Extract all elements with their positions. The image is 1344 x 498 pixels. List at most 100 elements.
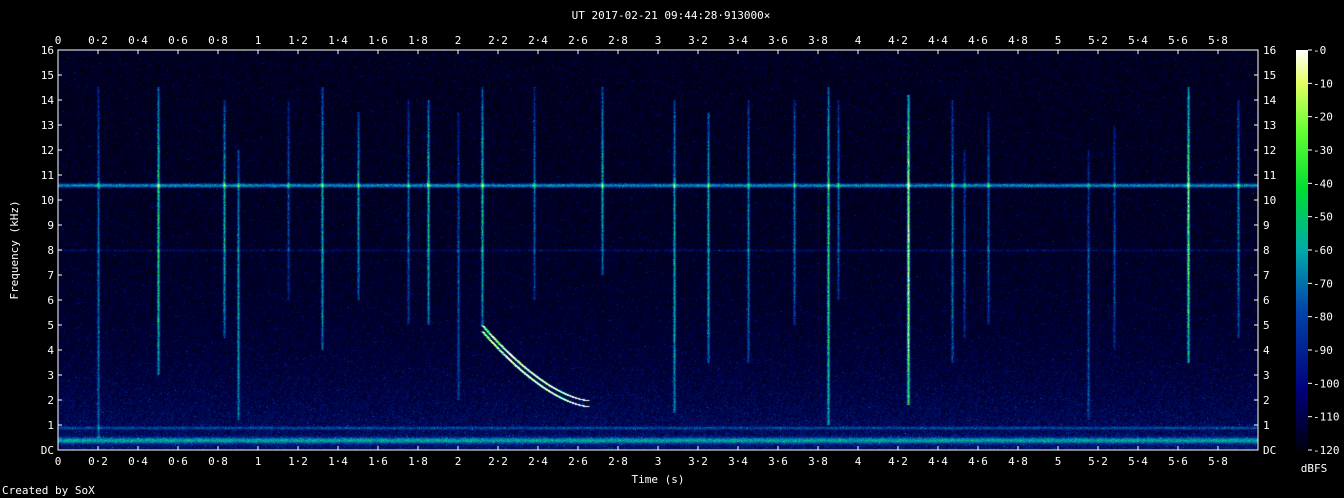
y-tick-label-left: 9 xyxy=(47,219,54,232)
x-tick-label-top: 0·6 xyxy=(168,34,188,47)
y-tick-label-left: 3 xyxy=(47,369,54,382)
y-tick-label-left: 11 xyxy=(41,169,54,182)
x-tick-label-bottom: 0 xyxy=(55,455,62,468)
x-tick-label-top: 4·8 xyxy=(1008,34,1028,47)
y-tick-label-right: 2 xyxy=(1263,394,1270,407)
y-tick-label-right: 11 xyxy=(1263,169,1276,182)
x-tick-label-bottom: 3·6 xyxy=(768,455,788,468)
y-tick-label-right: 12 xyxy=(1263,144,1276,157)
y-tick-label-left: 16 xyxy=(41,44,54,57)
x-tick-label-bottom: 5·8 xyxy=(1208,455,1228,468)
y-tick-label-left: DC xyxy=(41,444,54,457)
y-tick-label-left: 6 xyxy=(47,294,54,307)
x-tick-label-top: 5·2 xyxy=(1088,34,1108,47)
colorbar-tick-label: -60 xyxy=(1313,244,1333,257)
x-tick-label-bottom: 0·6 xyxy=(168,455,188,468)
x-tick-label-top: 1·6 xyxy=(368,34,388,47)
y-tick-label-right: 16 xyxy=(1263,44,1276,57)
x-tick-label-bottom: 0·8 xyxy=(208,455,228,468)
x-tick-label-bottom: 3·8 xyxy=(808,455,828,468)
x-tick-label-top: 4 xyxy=(855,34,862,47)
x-tick-label-bottom: 4·8 xyxy=(1008,455,1028,468)
y-tick-label-right: 7 xyxy=(1263,269,1270,282)
x-tick-label-top: 0·2 xyxy=(88,34,108,47)
y-tick-label-left: 15 xyxy=(41,69,54,82)
x-tick-label-top: 2·4 xyxy=(528,34,548,47)
x-tick-label-bottom: 0·2 xyxy=(88,455,108,468)
x-tick-label-bottom: 2 xyxy=(455,455,462,468)
x-tick-label-bottom: 5·4 xyxy=(1128,455,1148,468)
x-tick-label-bottom: 2·2 xyxy=(488,455,508,468)
y-tick-label-right: 10 xyxy=(1263,194,1276,207)
x-tick-label-bottom: 1·2 xyxy=(288,455,308,468)
spectrogram-chart: UT 2017-02-21 09:44:28·913000× 0 0·2 0·4 0·… xyxy=(0,0,1344,498)
y-tick-label-right: 1 xyxy=(1263,419,1270,432)
y-tick-label-left: 5 xyxy=(47,319,54,332)
x-tick-label-bottom: 4 xyxy=(855,455,862,468)
x-tick-label-top: 1 xyxy=(255,34,262,47)
colorbar-tick-label: -110 xyxy=(1313,411,1340,424)
x-tick-label-bottom: 5·6 xyxy=(1168,455,1188,468)
colorbar-tick-label: -120 xyxy=(1313,444,1340,457)
y-axis-label: Frequency (kHz) xyxy=(8,200,21,299)
y-tick-label-right: DC xyxy=(1263,444,1276,457)
x-tick-label-bottom: 4·4 xyxy=(928,455,948,468)
y-tick-label-left: 8 xyxy=(47,244,54,257)
x-tick-label-top: 5·8 xyxy=(1208,34,1228,47)
y-tick-label-left: 4 xyxy=(47,344,54,357)
x-tick-label-top: 1·8 xyxy=(408,34,428,47)
y-ticks-right: DC12345678910111213141516 xyxy=(1254,44,1277,457)
x-tick-label-top: 4·2 xyxy=(888,34,908,47)
x-ticks-top: 0 0·2 0·4 0·6 0·8 1 1·2 1·4 1·6 1·8 2 2·2 2·4 2·6 2·8 3… xyxy=(55,34,1228,54)
y-tick-label-right: 8 xyxy=(1263,244,1270,257)
y-tick-label-left: 12 xyxy=(41,144,54,157)
y-tick-label-right: 5 xyxy=(1263,319,1270,332)
colorbar-ticks: -0 -10 -20 -30 -40 -50 -60 -70 -80 -90 -100 -110 -12… xyxy=(1308,44,1340,457)
x-tick-label-top: 1·4 xyxy=(328,34,348,47)
x-tick-label-bottom: 5 xyxy=(1055,455,1062,468)
x-tick-label-bottom: 2·6 xyxy=(568,455,588,468)
chart-overlay: UT 2017-02-21 09:44:28·913000× 0 0·2 0·4 0·… xyxy=(8,9,1340,486)
y-tick-label-right: 3 xyxy=(1263,369,1270,382)
x-tick-label-bottom: 3·2 xyxy=(688,455,708,468)
colorbar-tick-label: -90 xyxy=(1313,344,1333,357)
colorbar-tick-label: -50 xyxy=(1313,211,1333,224)
y-tick-label-left: 14 xyxy=(41,94,55,107)
x-ticks-bottom: 0 0·2 0·4 0·6 0·8 1 1·2 1·4 1·6 1·8 2 2·2 2·4 2·6 2·8 3… xyxy=(55,446,1228,468)
x-tick-label-top: 5·4 xyxy=(1128,34,1148,47)
x-tick-label-bottom: 0·4 xyxy=(128,455,148,468)
colorbar-tick-label: -0 xyxy=(1313,44,1326,57)
x-tick-label-top: 3 xyxy=(655,34,662,47)
y-tick-label-left: 10 xyxy=(41,194,54,207)
y-tick-label-left: 7 xyxy=(47,269,54,282)
colorbar-tick-label: -20 xyxy=(1313,111,1333,124)
colorbar-tick-label: -70 xyxy=(1313,277,1333,290)
colorbar-label: dBFS xyxy=(1301,462,1328,475)
plot-frame xyxy=(57,49,1259,451)
y-tick-label-right: 6 xyxy=(1263,294,1270,307)
y-tick-label-left: 13 xyxy=(41,119,54,132)
x-tick-label-bottom: 1·8 xyxy=(408,455,428,468)
x-tick-label-top: 3·4 xyxy=(728,34,748,47)
colorbar-tick-label: -10 xyxy=(1313,77,1333,90)
x-tick-label-bottom: 2·8 xyxy=(608,455,628,468)
y-tick-label-right: 15 xyxy=(1263,69,1276,82)
x-tick-label-top: 0·4 xyxy=(128,34,148,47)
x-tick-label-top: 2·2 xyxy=(488,34,508,47)
colorbar-tick-label: -40 xyxy=(1313,177,1333,190)
x-tick-label-top: 0·8 xyxy=(208,34,228,47)
x-tick-label-bottom: 1·6 xyxy=(368,455,388,468)
x-tick-label-bottom: 3 xyxy=(655,455,662,468)
x-tick-label-top: 5·6 xyxy=(1168,34,1188,47)
x-tick-label-top: 3·2 xyxy=(688,34,708,47)
colorbar-tick-label: -30 xyxy=(1313,144,1333,157)
x-tick-label-top: 5 xyxy=(1055,34,1062,47)
x-tick-label-bottom: 5·2 xyxy=(1088,455,1108,468)
x-tick-label-top: 3·8 xyxy=(808,34,828,47)
y-tick-label-left: 1 xyxy=(47,419,54,432)
x-axis-label: Time (s) xyxy=(632,473,685,486)
y-tick-label-left: 2 xyxy=(47,394,54,407)
y-tick-label-right: 4 xyxy=(1263,344,1270,357)
colorbar xyxy=(1296,50,1308,450)
y-ticks-left: DC12345678910111213141516 xyxy=(41,44,62,457)
